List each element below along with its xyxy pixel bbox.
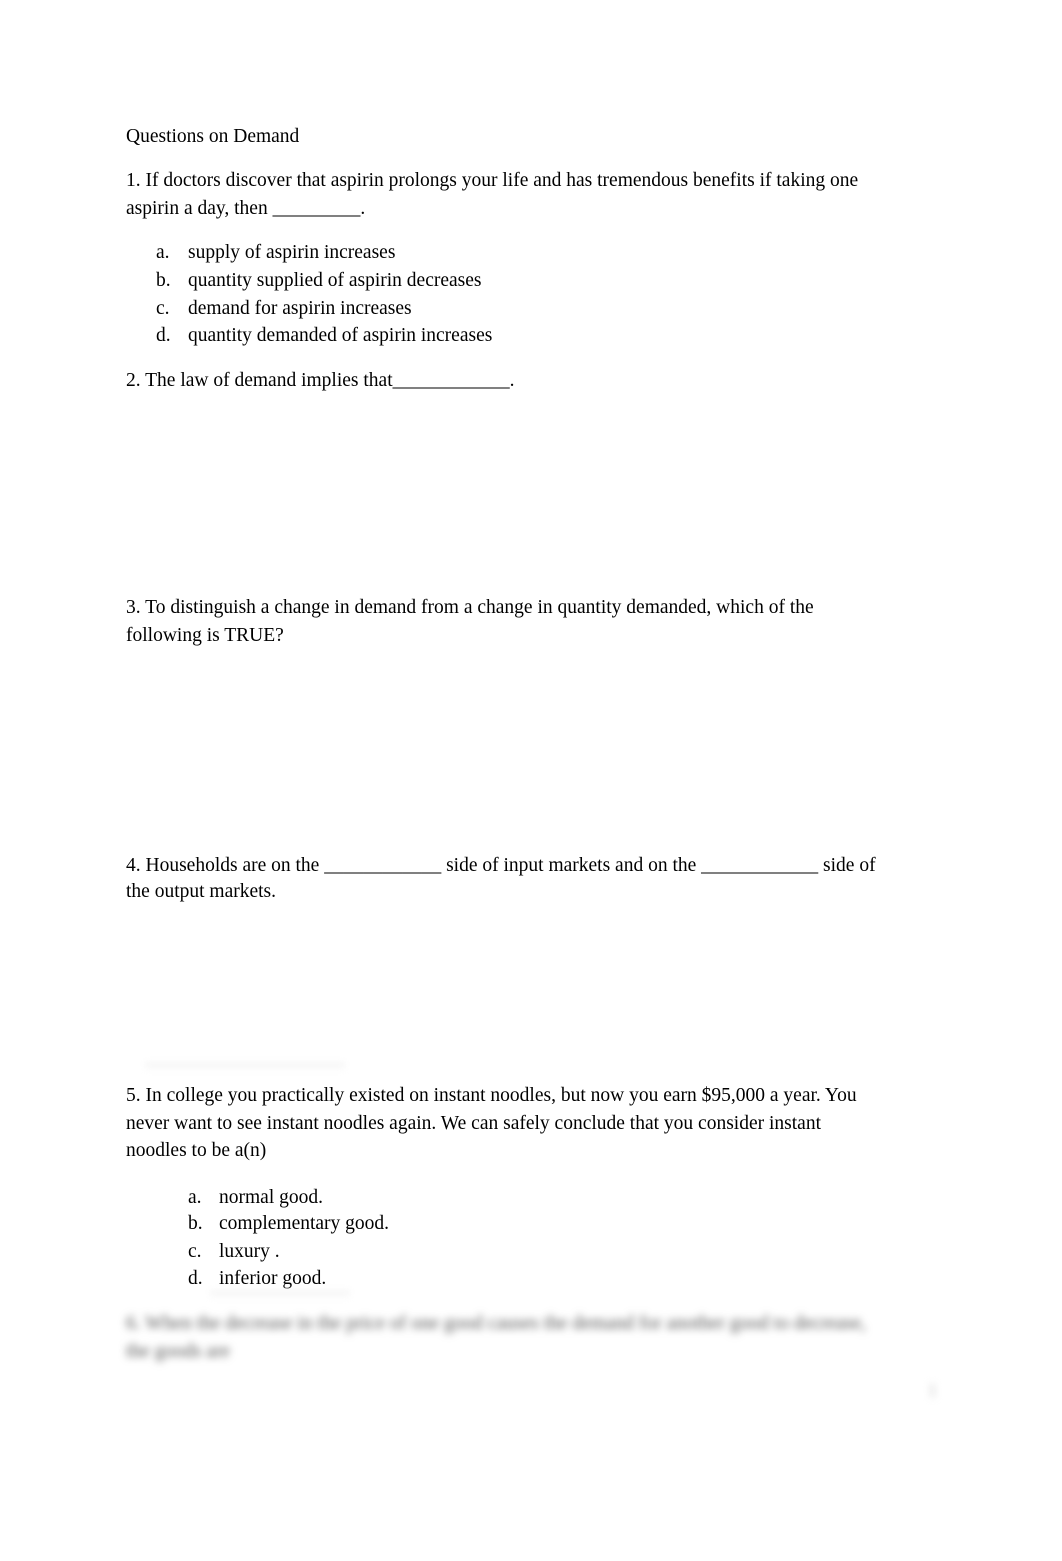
option-label: a. <box>156 242 170 263</box>
option-label: b. <box>188 1213 203 1234</box>
question-5-text-cont2: noodles to be a(n) <box>126 1140 267 1161</box>
question-5-option-d: d. inferior good. <box>188 1265 326 1292</box>
question-1-text: 1. If doctors discover that aspirin prol… <box>126 170 859 191</box>
scan-shadow <box>210 1290 350 1300</box>
question-5-option-a: a. normal good. <box>188 1184 323 1211</box>
question-3-text: 3. To distinguish a change in demand fro… <box>126 597 814 618</box>
option-text: quantity supplied of aspirin decreases <box>188 270 482 291</box>
scan-shadow <box>145 1062 345 1072</box>
question-3-text-cont: following is TRUE? <box>126 625 284 646</box>
question-4-text: 4. Households are on the ____________ si… <box>126 855 876 876</box>
blurred-question-6: 6. When the decrease in the price of one… <box>126 1313 866 1334</box>
question-2-text: 2. The law of demand implies that_______… <box>126 370 515 391</box>
blurred-preview: 6. When the decrease in the price of one… <box>126 1310 926 1366</box>
question-5-option-b: b. complementary good. <box>188 1210 389 1237</box>
option-label: d. <box>156 325 171 346</box>
question-1-option-d: d. quantity demanded of aspirin increases <box>156 322 492 349</box>
question-5-option-c: c. luxury . <box>188 1238 280 1265</box>
option-text: quantity demanded of aspirin increases <box>188 325 493 346</box>
question-5-text-cont: never want to see instant noodles again.… <box>126 1113 821 1134</box>
question-1-option-c: c. demand for aspirin increases <box>156 295 412 322</box>
question-4-text-cont: the output markets. <box>126 881 277 902</box>
option-text: demand for aspirin increases <box>188 298 412 319</box>
option-label: a. <box>188 1187 202 1208</box>
option-text: supply of aspirin increases <box>188 242 396 263</box>
option-text: normal good. <box>219 1187 323 1208</box>
blurred-question-6-cont: the goods are <box>126 1341 230 1362</box>
option-label: c. <box>188 1241 202 1262</box>
option-text: inferior good. <box>219 1268 327 1289</box>
option-label: d. <box>188 1268 203 1289</box>
option-text: luxury . <box>219 1241 280 1262</box>
option-label: c. <box>156 298 170 319</box>
question-1-option-b: b. quantity supplied of aspirin decreases <box>156 267 482 294</box>
option-label: b. <box>156 270 171 291</box>
question-1-text-cont: aspirin a day, then _________. <box>126 198 366 219</box>
document-title: Questions on Demand <box>126 126 300 147</box>
question-5-text: 5. In college you practically existed on… <box>126 1085 857 1106</box>
page-number: 1 <box>928 1380 937 1400</box>
option-text: complementary good. <box>219 1213 390 1234</box>
question-1-option-a: a. supply of aspirin increases <box>156 239 395 266</box>
